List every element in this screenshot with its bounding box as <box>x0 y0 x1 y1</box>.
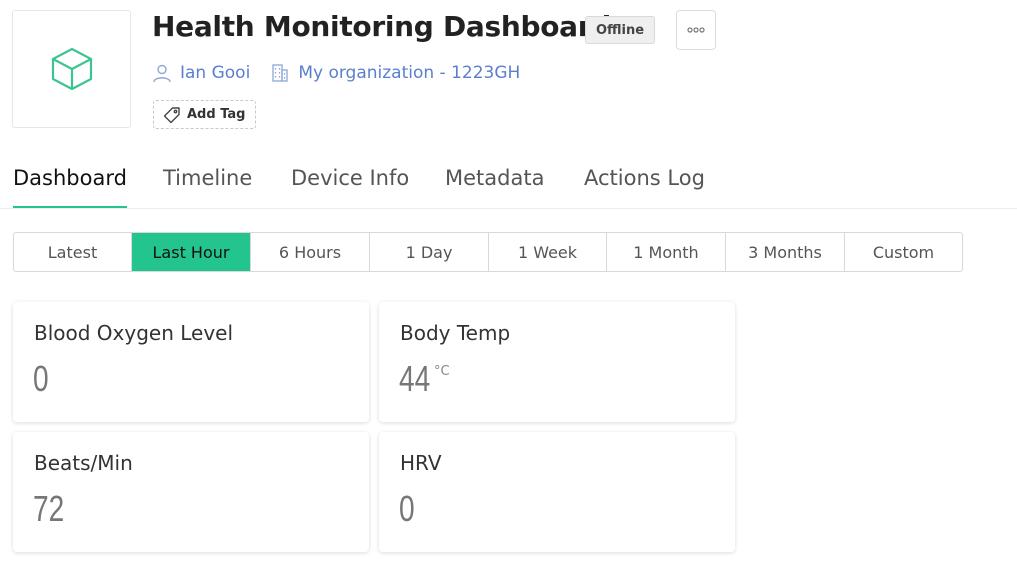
widget-value: 44 <box>399 358 431 399</box>
range-6-hours[interactable]: 6 Hours <box>251 233 370 271</box>
more-options-button[interactable] <box>676 10 716 50</box>
widget-beats-per-min: Beats/Min 72 <box>13 432 369 552</box>
range-latest[interactable]: Latest <box>14 233 132 271</box>
widget-value: 0 <box>399 488 415 529</box>
user-icon <box>153 64 171 83</box>
time-range-selector: Latest Last Hour 6 Hours 1 Day 1 Week 1 … <box>13 232 963 272</box>
tab-bar: Dashboard Timeline Device Info Metadata … <box>0 160 1017 209</box>
status-badge: Offline <box>585 16 656 44</box>
widget-title: Beats/Min <box>34 451 133 475</box>
widget-blood-oxygen: Blood Oxygen Level 0 <box>13 302 369 422</box>
device-meta-row: Ian Gooi My organization - 1223GH <box>152 60 520 86</box>
widget-title: Body Temp <box>400 321 511 345</box>
widget-value: 0 <box>33 358 49 399</box>
tab-metadata[interactable]: Metadata <box>445 166 544 208</box>
tab-actions-log[interactable]: Actions Log <box>584 166 705 208</box>
range-1-week[interactable]: 1 Week <box>489 233 607 271</box>
page-title: Health Monitoring Dashboard <box>152 10 612 43</box>
range-custom[interactable]: Custom <box>845 233 962 271</box>
range-1-month[interactable]: 1 Month <box>607 233 726 271</box>
tab-dashboard[interactable]: Dashboard <box>13 166 127 208</box>
tab-device-info[interactable]: Device Info <box>291 166 409 208</box>
more-dots-icon <box>687 27 705 33</box>
building-icon <box>272 64 288 82</box>
range-last-hour[interactable]: Last Hour <box>132 233 251 271</box>
range-1-day[interactable]: 1 Day <box>370 233 489 271</box>
device-dashboard-page: Health Monitoring Dashboard Offline Ian … <box>0 0 1017 574</box>
widget-title: Blood Oxygen Level <box>34 321 234 345</box>
organization-link[interactable]: My organization - 1223GH <box>270 63 520 83</box>
range-3-months[interactable]: 3 Months <box>726 233 845 271</box>
widget-title: HRV <box>400 451 442 475</box>
device-thumbnail <box>12 10 131 128</box>
cube-icon <box>51 47 92 91</box>
add-tag-button[interactable]: Add Tag <box>153 100 257 129</box>
owner-link[interactable]: Ian Gooi <box>152 63 250 83</box>
tab-timeline[interactable]: Timeline <box>163 166 252 208</box>
tag-icon <box>163 106 180 123</box>
owner-name: Ian Gooi <box>180 63 251 83</box>
widget-hrv: HRV 0 <box>379 432 735 552</box>
widget-body-temp: Body Temp 44 °C <box>379 302 735 422</box>
add-tag-label: Add Tag <box>187 107 246 122</box>
widget-unit: °C <box>434 364 450 379</box>
widget-value: 72 <box>33 488 65 529</box>
organization-name: My organization - 1223GH <box>298 63 521 83</box>
